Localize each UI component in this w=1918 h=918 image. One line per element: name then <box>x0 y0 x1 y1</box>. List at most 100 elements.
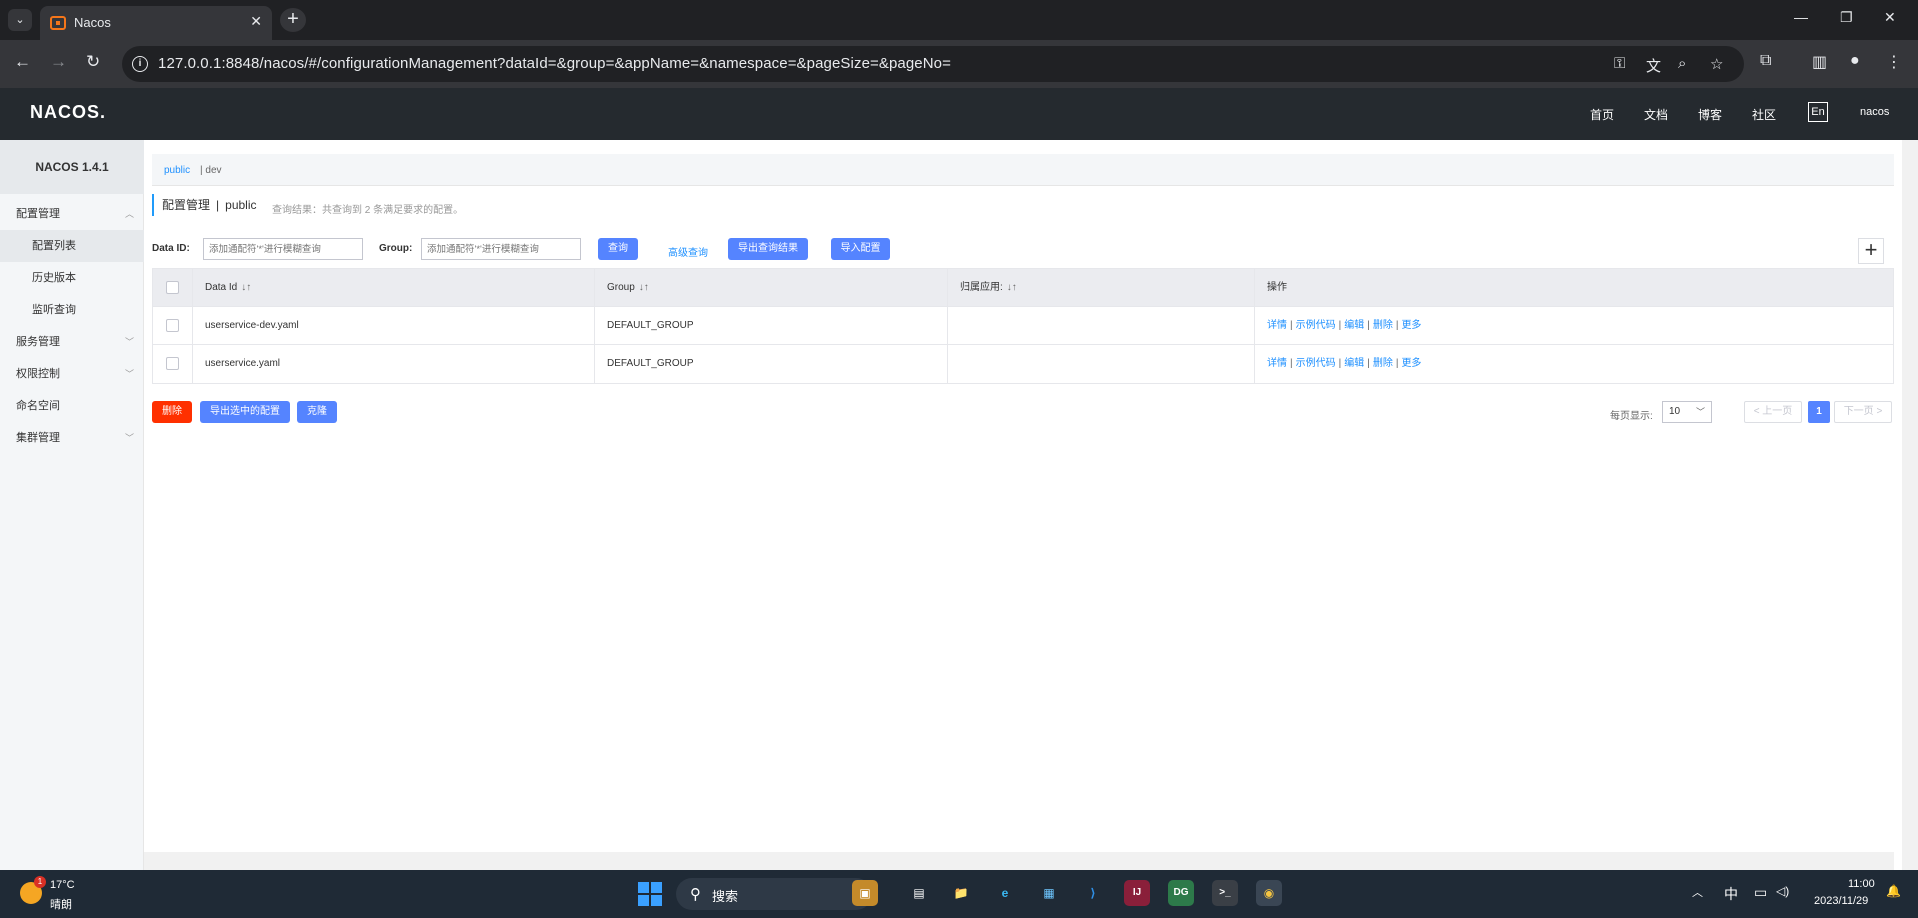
chrome-icon[interactable]: ◉ <box>1256 880 1282 906</box>
page-size-select[interactable]: 10 ﹀ <box>1662 401 1712 423</box>
group-input[interactable] <box>421 238 581 260</box>
cell-actions: 详情 | 示例代码 | 编辑 | 删除 | 更多 <box>1255 345 1893 383</box>
nav-blog[interactable]: 博客 <box>1698 106 1722 123</box>
zoom-icon[interactable]: ⌕ <box>1678 55 1686 72</box>
sidebar-item-history[interactable]: 历史版本 <box>0 262 144 294</box>
sidebar-item-access-control[interactable]: 权限控制 ﹀ <box>0 358 144 390</box>
nav-docs[interactable]: 文档 <box>1644 106 1668 123</box>
action-more-link[interactable]: 更多 <box>1401 320 1421 331</box>
action-detail-link[interactable]: 详情 <box>1267 320 1287 331</box>
header-group[interactable]: Group ↓↑ <box>595 269 948 307</box>
clock-time[interactable]: 11:00 <box>1848 878 1875 890</box>
advanced-query-link[interactable]: 高级查询 <box>668 244 708 259</box>
import-config-button[interactable]: 导入配置 <box>831 238 890 260</box>
namespace-dev[interactable]: | dev <box>200 165 222 176</box>
prev-page-button[interactable]: < 上一页 <box>1744 401 1802 423</box>
address-bar[interactable]: i 127.0.0.1:8848/nacos/#/configurationMa… <box>122 46 1744 82</box>
weather-temperature[interactable]: 17°C <box>50 879 75 891</box>
user-name[interactable]: nacos <box>1860 106 1889 118</box>
sidebar-item-label: 历史版本 <box>32 272 76 284</box>
action-sample-code-link[interactable]: 示例代码 <box>1296 358 1336 369</box>
windows-start-icon[interactable] <box>638 882 662 906</box>
translate-icon[interactable]: 文 <box>1646 55 1661 76</box>
header-app[interactable]: 归属应用: ↓↑ <box>948 269 1255 307</box>
sidebar-item-namespace[interactable]: 命名空间 <box>0 390 144 422</box>
browser-toolbar: ← → ↻ i 127.0.0.1:8848/nacos/#/configura… <box>0 40 1918 88</box>
browser-menu-icon[interactable]: ⋮ <box>1886 52 1902 72</box>
tray-overflow-icon[interactable]: ︿ <box>1692 884 1703 900</box>
volume-icon[interactable]: ◁) <box>1776 884 1789 898</box>
vertical-scrollbar[interactable] <box>1902 140 1918 870</box>
terminal-icon[interactable]: >_ <box>1212 880 1238 906</box>
microsoft-store-icon[interactable]: ▦ <box>1036 880 1062 906</box>
action-edit-link[interactable]: 编辑 <box>1344 358 1364 369</box>
restore-icon[interactable]: ❐ <box>1840 9 1853 26</box>
tab-close-icon[interactable]: ✕ <box>250 13 262 30</box>
site-info-icon[interactable]: i <box>132 56 148 72</box>
task-view-icon[interactable]: ▤ <box>906 880 932 906</box>
sidebar-item-listener-query[interactable]: 监听查询 <box>0 294 144 326</box>
notification-bell-icon[interactable]: 🔔 <box>1886 884 1901 898</box>
query-button[interactable]: 查询 <box>598 238 638 260</box>
bookmark-star-icon[interactable]: ☆ <box>1710 55 1723 73</box>
ime-indicator[interactable]: 中 <box>1724 884 1738 904</box>
query-result-hint: 查询结果：共查询到 2 条满足要求的配置。 <box>272 205 464 216</box>
intellij-icon[interactable]: IJ <box>1124 880 1150 906</box>
sort-icon[interactable]: ↓↑ <box>241 282 251 293</box>
horizontal-scrollbar[interactable] <box>144 852 1894 870</box>
extensions-icon[interactable]: ⧉ <box>1760 52 1771 70</box>
datagrip-icon[interactable]: DG <box>1168 880 1194 906</box>
taskbar-search[interactable]: ⚲ 搜索 <box>676 878 872 910</box>
action-sample-code-link[interactable]: 示例代码 <box>1296 320 1336 331</box>
window-close-icon[interactable]: ✕ <box>1884 9 1896 26</box>
browser-tab-nacos[interactable]: Nacos ✕ <box>40 6 272 40</box>
row-checkbox[interactable] <box>166 319 179 332</box>
vscode-icon[interactable]: ⟩ <box>1080 880 1106 906</box>
side-panel-icon[interactable]: ▥ <box>1812 52 1827 72</box>
weather-description[interactable]: 晴朗 <box>50 896 72 912</box>
clone-button[interactable]: 克隆 <box>297 401 337 423</box>
forward-icon[interactable]: → <box>50 52 67 72</box>
url-text[interactable]: 127.0.0.1:8848/nacos/#/configurationMana… <box>158 55 951 72</box>
action-more-link[interactable]: 更多 <box>1401 358 1421 369</box>
action-delete-link[interactable]: 删除 <box>1373 320 1393 331</box>
language-switch-button[interactable]: En <box>1808 102 1828 122</box>
sidebar-item-config-management[interactable]: 配置管理 ︿ <box>0 198 144 230</box>
header-data-id[interactable]: Data Id ↓↑ <box>193 269 595 307</box>
action-delete-link[interactable]: 删除 <box>1373 358 1393 369</box>
reload-icon[interactable]: ↻ <box>86 52 100 72</box>
action-edit-link[interactable]: 编辑 <box>1344 320 1364 331</box>
nav-home[interactable]: 首页 <box>1590 106 1614 123</box>
key-icon[interactable]: ⚿ <box>1614 55 1625 72</box>
namespace-public[interactable]: public <box>164 165 190 176</box>
next-page-button[interactable]: 下一页 > <box>1834 401 1892 423</box>
select-all-checkbox[interactable] <box>166 281 179 294</box>
tab-search-button[interactable]: ⌄ <box>8 9 32 31</box>
bulk-delete-button[interactable]: 删除 <box>152 401 192 423</box>
sidebar-item-cluster-management[interactable]: 集群管理 ﹀ <box>0 422 144 454</box>
network-icon[interactable]: ▭ <box>1754 884 1767 901</box>
sidebar-item-service-management[interactable]: 服务管理 ﹀ <box>0 326 144 358</box>
back-icon[interactable]: ← <box>14 52 31 72</box>
export-results-button[interactable]: 导出查询结果 <box>728 238 808 260</box>
sort-icon[interactable]: ↓↑ <box>639 282 649 293</box>
nacos-logo[interactable]: NACOS. <box>30 102 106 123</box>
page-size-value: 10 <box>1669 406 1681 417</box>
nav-community[interactable]: 社区 <box>1752 106 1776 123</box>
clock-date[interactable]: 2023/11/29 <box>1814 895 1868 907</box>
action-detail-link[interactable]: 详情 <box>1267 358 1287 369</box>
sort-icon[interactable]: ↓↑ <box>1007 282 1017 293</box>
new-tab-button[interactable]: + <box>280 8 306 32</box>
add-config-button[interactable]: + <box>1858 238 1884 264</box>
page-number-button[interactable]: 1 <box>1808 401 1830 423</box>
sidebar-item-label: 命名空间 <box>16 400 60 412</box>
file-explorer-icon[interactable]: 📁 <box>948 880 974 906</box>
minimize-icon[interactable]: — <box>1794 9 1808 25</box>
sidebar-item-config-list[interactable]: 配置列表 <box>0 230 144 262</box>
row-checkbox[interactable] <box>166 357 179 370</box>
edge-browser-icon[interactable]: e <box>992 880 1018 906</box>
export-selected-button[interactable]: 导出选中的配置 <box>200 401 290 423</box>
data-id-input[interactable] <box>203 238 363 260</box>
toolbox-app-icon[interactable]: ▣ <box>852 880 878 906</box>
profile-icon[interactable]: ● <box>1850 52 1860 70</box>
